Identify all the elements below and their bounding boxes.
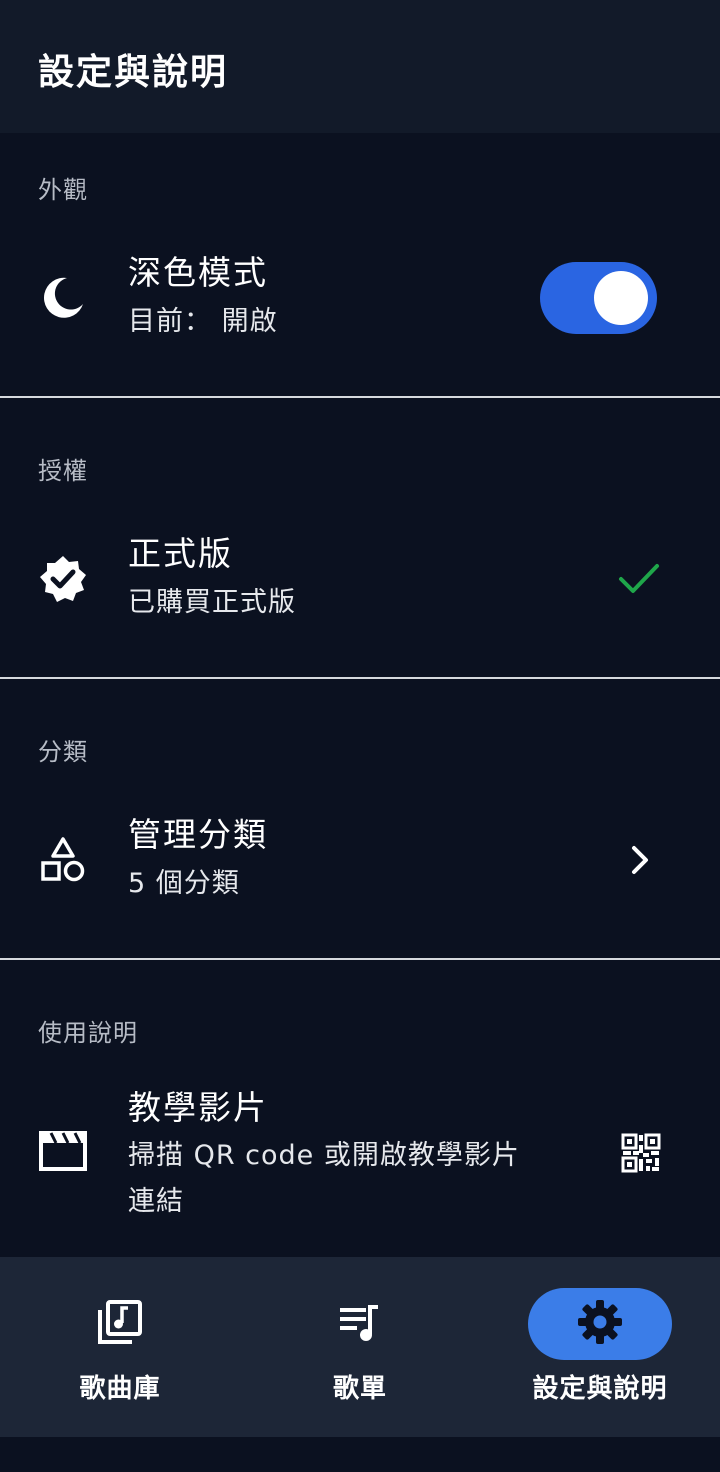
manage-categories-row[interactable]: 管理分類 5 個分類 (0, 795, 720, 925)
nav-label-library: 歌曲庫 (79, 1374, 161, 1404)
manage-categories-title: 管理分類 (128, 815, 268, 854)
dark-mode-row[interactable]: 深色模式 目前： 開啟 (0, 233, 720, 363)
license-row[interactable]: 正式版 已購買正式版 (0, 514, 720, 644)
tutorial-subtitle-line1: 掃描 QR code 或開啟教學影片 (128, 1140, 520, 1171)
toggle-knob (594, 271, 648, 325)
nav-pill (48, 1288, 192, 1360)
music-library-icon (96, 1298, 144, 1350)
moon-icon (38, 273, 88, 323)
gear-icon (576, 1298, 624, 1350)
nav-pill-active (528, 1288, 672, 1360)
checkmark-icon (616, 556, 662, 602)
verified-badge-icon (38, 554, 88, 604)
nav-item-library[interactable]: 歌曲庫 (0, 1257, 240, 1437)
settings-screen: 設定與說明 外觀 深色模式 目前： 開啟 授權 正式版 已購買正式版 分類 管理… (0, 0, 720, 1472)
clapperboard-icon (38, 1126, 88, 1176)
bottom-navigation: 歌曲庫 歌單 設定與說明 (0, 1257, 720, 1437)
nav-label-playlist: 歌單 (332, 1374, 387, 1404)
section-categories: 分類 管理分類 5 個分類 (0, 679, 720, 958)
section-header-help: 使用說明 (38, 1019, 138, 1047)
playlist-icon (336, 1298, 384, 1350)
qr-code-icon[interactable] (618, 1130, 664, 1176)
section-license: 授權 正式版 已購買正式版 (0, 398, 720, 677)
license-title: 正式版 (128, 534, 233, 573)
tutorial-row[interactable]: 教學影片 掃描 QR code 或開啟教學影片 連結 (0, 1076, 720, 1246)
nav-pill (288, 1288, 432, 1360)
tutorial-subtitle-line2: 連結 (128, 1186, 184, 1217)
section-header-appearance: 外觀 (38, 176, 88, 204)
nav-item-playlist[interactable]: 歌單 (240, 1257, 480, 1437)
nav-item-settings[interactable]: 設定與說明 (480, 1257, 720, 1437)
top-app-bar: 設定與說明 (0, 0, 720, 133)
system-navigation-bar (0, 1437, 720, 1472)
dark-mode-toggle[interactable] (540, 262, 657, 334)
section-header-categories: 分類 (38, 738, 88, 766)
section-header-license: 授權 (38, 457, 88, 485)
manage-categories-subtitle: 5 個分類 (128, 868, 240, 899)
license-subtitle: 已購買正式版 (128, 587, 296, 618)
nav-label-settings: 設定與說明 (532, 1374, 668, 1404)
dark-mode-subtitle: 目前： 開啟 (128, 306, 278, 337)
section-appearance: 外觀 深色模式 目前： 開啟 (0, 133, 720, 397)
chevron-right-icon (616, 837, 662, 883)
shapes-icon (38, 835, 88, 885)
tutorial-title: 教學影片 (128, 1088, 268, 1127)
dark-mode-title: 深色模式 (128, 253, 268, 292)
page-title: 設定與說明 (38, 52, 229, 93)
section-help: 使用說明 教學影片 掃描 QR code 或開啟教學影片 連結 (0, 960, 720, 1257)
